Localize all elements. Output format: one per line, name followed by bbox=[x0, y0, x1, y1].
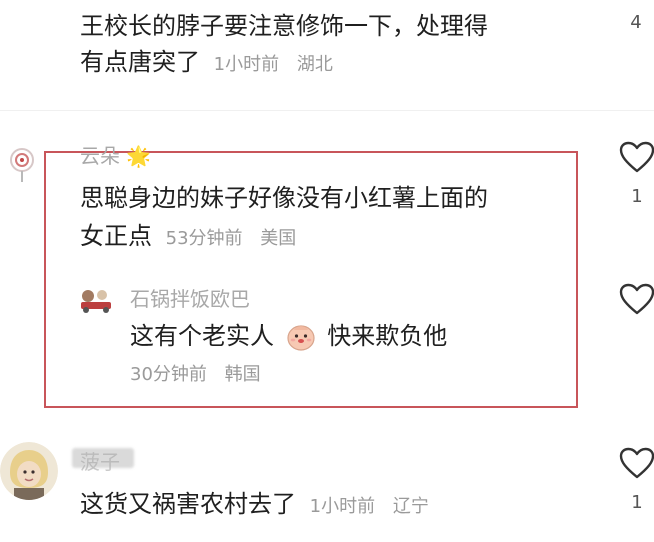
comment-username[interactable]: 云朵 🌟 bbox=[80, 140, 151, 169]
comment-meta: 53分钟前 美国 bbox=[166, 228, 297, 249]
reply-text: 这有个老实人 快来欺负他 bbox=[130, 318, 447, 354]
comment-time: 1小时前 bbox=[309, 496, 376, 517]
comment-text: 女正点 53分钟前 美国 bbox=[80, 218, 296, 257]
heart-outline-icon bbox=[619, 283, 654, 315]
avatar[interactable] bbox=[0, 442, 58, 500]
like-count: 1 bbox=[631, 492, 643, 513]
comment-meta: 1小时前 辽宁 bbox=[310, 496, 429, 517]
comment-text: 思聪身边的妹子好像没有小红薯上面的 bbox=[80, 180, 488, 216]
username-text: 云朵 bbox=[80, 144, 120, 168]
comment-item: 王校长的脖子要注意修饰一下，处理得 有点唐突了 1小时前 湖北 4 bbox=[0, 0, 654, 100]
comment-location: 美国 bbox=[260, 228, 297, 249]
star-emoji: 🌟 bbox=[126, 144, 152, 168]
heart-outline-icon bbox=[619, 141, 654, 173]
face-emoji-icon bbox=[286, 322, 316, 352]
comment-location: 湖北 bbox=[296, 54, 333, 75]
like-button[interactable] bbox=[618, 446, 654, 480]
comment-text-line: 王校长的脖子要注意修饰一下，处理得 bbox=[80, 12, 488, 40]
comment-text: 有点唐突了 1小时前 湖北 bbox=[80, 44, 333, 83]
reply-avatar[interactable] bbox=[78, 286, 118, 314]
comment-text: 这货又祸害农村去了 1小时前 辽宁 bbox=[80, 486, 429, 525]
like-button[interactable] bbox=[618, 282, 654, 316]
comment-text-line: 这货又祸害农村去了 bbox=[80, 490, 296, 518]
avatar[interactable] bbox=[0, 140, 44, 184]
avatar-image bbox=[0, 442, 58, 500]
comment-time: 53分钟前 bbox=[165, 228, 243, 249]
like-count: 1 bbox=[631, 186, 643, 207]
comment-text: 王校长的脖子要注意修饰一下，处理得 bbox=[80, 8, 488, 44]
comment-username[interactable]: 菠子 bbox=[80, 446, 120, 475]
comment-text-line: 有点唐突了 bbox=[80, 48, 200, 76]
reply-location: 韩国 bbox=[224, 364, 261, 385]
avatar-image bbox=[78, 286, 118, 314]
avatar-image bbox=[0, 140, 44, 184]
reply-meta: 30分钟前 韩国 bbox=[130, 360, 261, 386]
reply-text-part: 快来欺负他 bbox=[327, 322, 448, 350]
divider bbox=[0, 110, 654, 111]
comment-text-line: 思聪身边的妹子好像没有小红薯上面的 bbox=[80, 184, 488, 212]
comment-location: 辽宁 bbox=[392, 496, 429, 517]
like-count: 4 bbox=[630, 12, 642, 33]
comment-time: 1小时前 bbox=[213, 54, 280, 75]
reply-username[interactable]: 石锅拌饭欧巴 bbox=[130, 283, 250, 312]
heart-outline-icon bbox=[619, 447, 654, 479]
comment-text-line: 女正点 bbox=[80, 222, 152, 250]
comment-meta: 1小时前 湖北 bbox=[214, 54, 333, 75]
reply-text-part: 这有个老实人 bbox=[130, 322, 274, 350]
reply-time: 30分钟前 bbox=[130, 364, 207, 385]
like-button[interactable] bbox=[618, 140, 654, 174]
